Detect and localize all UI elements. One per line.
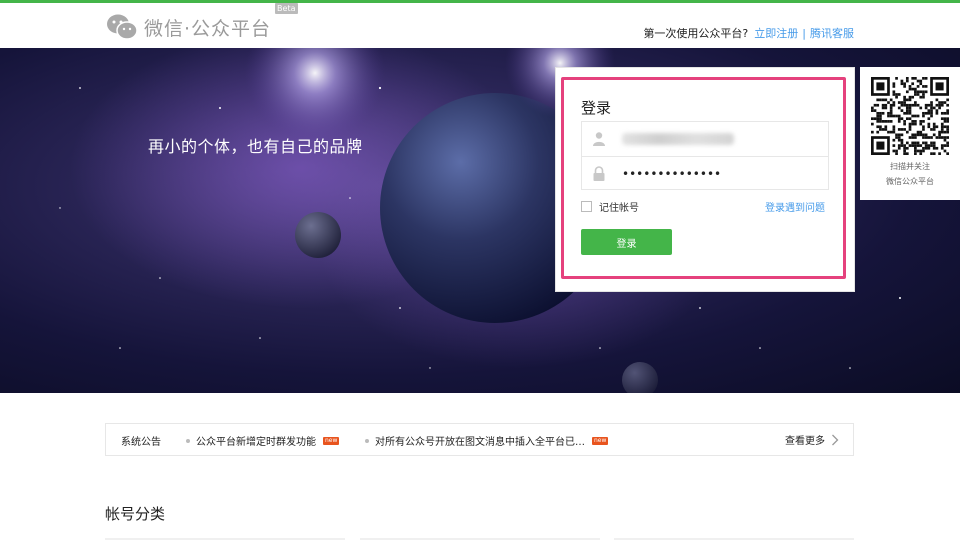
chevron-right-icon bbox=[832, 434, 839, 445]
view-more-label: 查看更多 bbox=[785, 436, 825, 447]
remember-account[interactable]: 记住帐号 bbox=[581, 199, 639, 214]
bullet-icon bbox=[186, 438, 190, 443]
wechat-logo-icon bbox=[107, 14, 138, 40]
account-field-blurred[interactable] bbox=[622, 133, 734, 145]
notice-item[interactable]: 公众平台新增定时群发功能 new bbox=[186, 433, 340, 448]
logo[interactable]: 微信·公众平台 Beta bbox=[106, 3, 298, 41]
notice-item[interactable]: 对所有公众号开放在图文消息中插入全平台已… new bbox=[365, 433, 609, 448]
new-badge: new bbox=[323, 436, 340, 445]
beta-badge: Beta bbox=[275, 3, 298, 14]
account-row[interactable] bbox=[582, 122, 828, 156]
view-more-link[interactable]: 查看更多 bbox=[785, 432, 839, 447]
notice-item-text: 公众平台新增定时群发功能 bbox=[196, 437, 316, 448]
login-title: 登录 bbox=[581, 99, 612, 117]
bullet-icon bbox=[365, 438, 369, 443]
link-separator: | bbox=[802, 26, 806, 40]
notice-label: 系统公告 bbox=[121, 437, 161, 448]
register-link[interactable]: 立即注册 bbox=[754, 25, 798, 41]
qr-caption-line2: 微信公众平台 bbox=[886, 177, 934, 186]
user-icon bbox=[593, 132, 605, 146]
login-inputs bbox=[581, 121, 829, 190]
system-notice-bar: 系统公告 公众平台新增定时群发功能 new 对所有公众号开放在图文消息中插入全平… bbox=[105, 423, 854, 456]
new-badge: new bbox=[592, 436, 609, 445]
remember-checkbox[interactable] bbox=[581, 201, 592, 212]
header-links: 第一次使用公众平台? 立即注册 | 腾讯客服 bbox=[643, 25, 854, 41]
remember-label: 记住帐号 bbox=[599, 203, 639, 214]
qr-caption-line1: 扫描并关注 bbox=[890, 162, 930, 171]
password-row[interactable] bbox=[582, 156, 828, 190]
account-category-title: 帐号分类 bbox=[105, 505, 166, 523]
qr-code-icon bbox=[871, 77, 949, 155]
lock-icon bbox=[593, 166, 605, 181]
login-button[interactable]: 登录 bbox=[581, 229, 672, 255]
support-link[interactable]: 腾讯客服 bbox=[810, 25, 854, 41]
banner-slogan: 再小的个体，也有自己的品牌 bbox=[148, 137, 363, 156]
first-time-text: 第一次使用公众平台? bbox=[643, 27, 749, 40]
notice-item-text: 对所有公众号开放在图文消息中插入全平台已… bbox=[375, 437, 585, 448]
qr-panel: 扫描并关注 微信公众平台 bbox=[860, 67, 960, 200]
login-trouble-link[interactable]: 登录遇到问题 bbox=[765, 199, 825, 214]
logo-text: 微信·公众平台 bbox=[144, 17, 272, 40]
password-input[interactable] bbox=[622, 162, 822, 186]
header: 微信·公众平台 Beta 第一次使用公众平台? 立即注册 | 腾讯客服 bbox=[0, 3, 960, 48]
